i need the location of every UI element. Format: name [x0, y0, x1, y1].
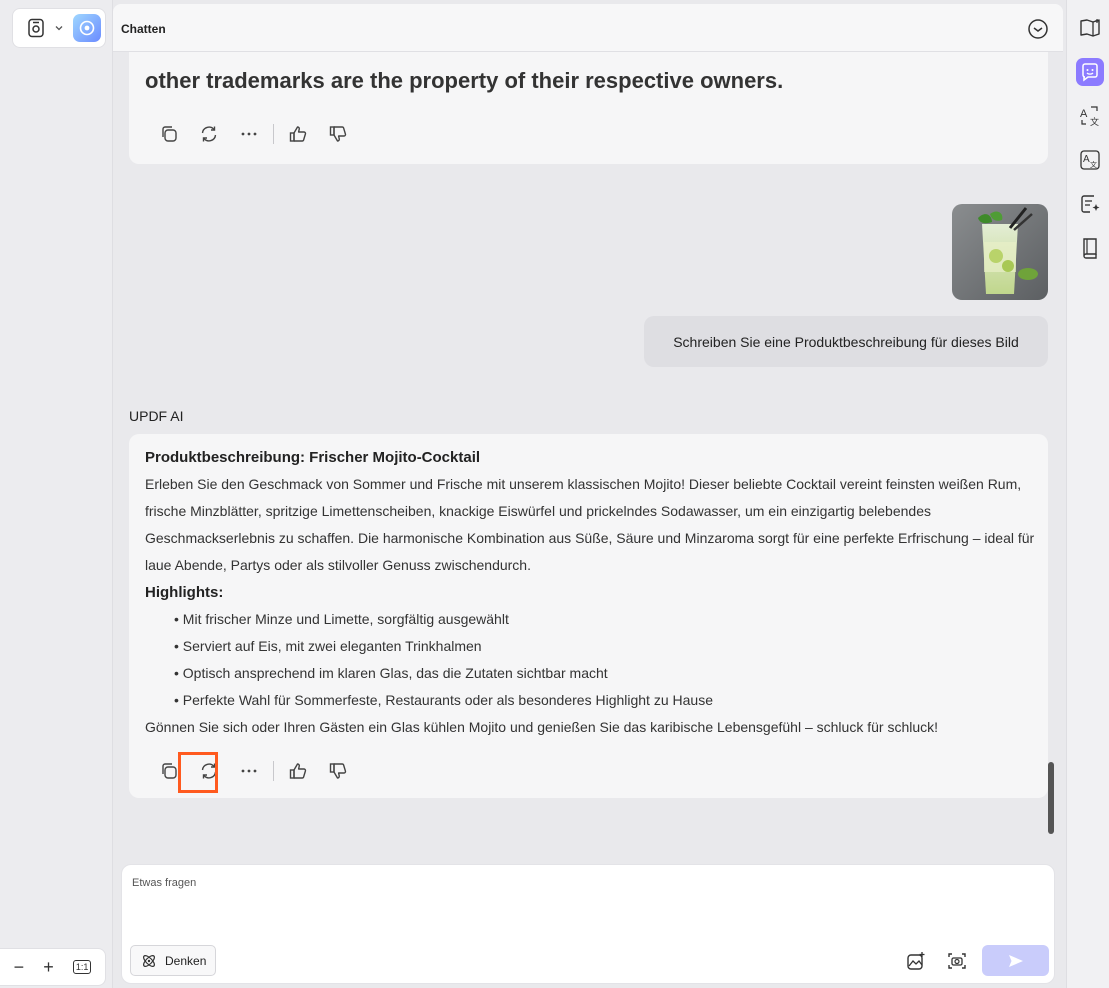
regenerate-icon[interactable] [189, 119, 229, 149]
scrollbar[interactable] [1048, 762, 1054, 834]
uploaded-image[interactable] [952, 204, 1048, 300]
regenerate-highlight [178, 752, 218, 793]
translate-icon[interactable]: A文 [1076, 102, 1104, 130]
chevron-down-icon[interactable] [53, 22, 65, 34]
list-item: Serviert auf Eis, mit zwei eleganten Tri… [174, 633, 1040, 660]
right-toolbar: A文 A文 [1066, 0, 1109, 988]
book-icon[interactable] [1076, 234, 1104, 262]
chat-title: Chatten [121, 22, 166, 36]
thumbs-up-icon[interactable] [278, 119, 318, 149]
highlights-title: Highlights: [145, 584, 224, 601]
svg-text:A: A [1083, 154, 1090, 165]
thumbs-up-icon[interactable] [278, 756, 318, 786]
ai-response-card: Produktbeschreibung: Frischer Mojito-Coc… [129, 434, 1048, 798]
history-icon[interactable] [1027, 18, 1049, 40]
response-paragraph: Erleben Sie den Geschmack von Sommer und… [145, 476, 1035, 573]
zoom-in-button[interactable]: + [43, 957, 54, 978]
list-item: Perfekte Wahl für Sommerfeste, Restauran… [174, 687, 1040, 714]
thumbs-down-icon[interactable] [318, 119, 358, 149]
ocr-translate-icon[interactable]: A文 [1076, 146, 1104, 174]
thumbs-down-icon[interactable] [318, 756, 358, 786]
screenshot-icon[interactable] [945, 949, 969, 973]
zoom-out-button[interactable]: − [14, 957, 25, 978]
left-panel: − + 1:1 [0, 0, 113, 988]
view-switcher [12, 8, 106, 48]
response-title: Produktbeschreibung: Frischer Mojito-Coc… [145, 449, 481, 466]
list-item: Mit frischer Minze und Limette, sorgfält… [174, 606, 1040, 633]
think-button[interactable]: Denken [130, 945, 216, 976]
chat-composer: Denken [121, 864, 1055, 984]
ai-sender-label: UPDF AI [129, 408, 184, 424]
book-open-icon[interactable] [1076, 14, 1104, 42]
user-message-bubble: Schreiben Sie eine Produktbeschreibung f… [644, 316, 1048, 367]
ai-summary-icon[interactable] [1076, 190, 1104, 218]
atom-icon [143, 954, 155, 967]
document-icon[interactable] [25, 17, 47, 39]
send-icon [1008, 954, 1023, 967]
svg-text:文: 文 [1090, 160, 1097, 169]
divider [273, 761, 274, 781]
list-item: Optisch ansprechend im klaren Glas, das … [174, 660, 1040, 687]
more-icon[interactable] [229, 756, 269, 786]
ai-assistant-icon[interactable] [73, 14, 101, 42]
ai-chat-icon[interactable] [1076, 58, 1104, 86]
zoom-controls: − + 1:1 [0, 948, 106, 986]
chat-header: Chatten [113, 4, 1063, 52]
chat-input[interactable] [132, 877, 1032, 937]
svg-text:文: 文 [1090, 116, 1099, 127]
ai-message-card: other trademarks are the property of the… [129, 52, 1048, 164]
response-closing: Gönnen Sie sich oder Ihren Gästen ein Gl… [145, 719, 939, 735]
more-icon[interactable] [229, 119, 269, 149]
message-list[interactable]: other trademarks are the property of the… [113, 52, 1063, 858]
divider [273, 124, 274, 144]
think-label: Denken [165, 953, 207, 968]
chat-panel: Chatten other trademarks are the propert… [113, 4, 1063, 988]
highlights-list: Mit frischer Minze und Limette, sorgfält… [145, 606, 1040, 714]
message-text: other trademarks are the property of the… [145, 68, 784, 93]
message-actions [149, 119, 358, 149]
svg-text:A: A [1080, 108, 1088, 120]
copy-icon[interactable] [149, 119, 189, 149]
actual-size-button[interactable]: 1:1 [72, 960, 92, 974]
image-upload-icon[interactable] [904, 949, 928, 973]
response-content: Produktbeschreibung: Frischer Mojito-Coc… [145, 444, 1040, 741]
send-button[interactable] [982, 945, 1049, 976]
